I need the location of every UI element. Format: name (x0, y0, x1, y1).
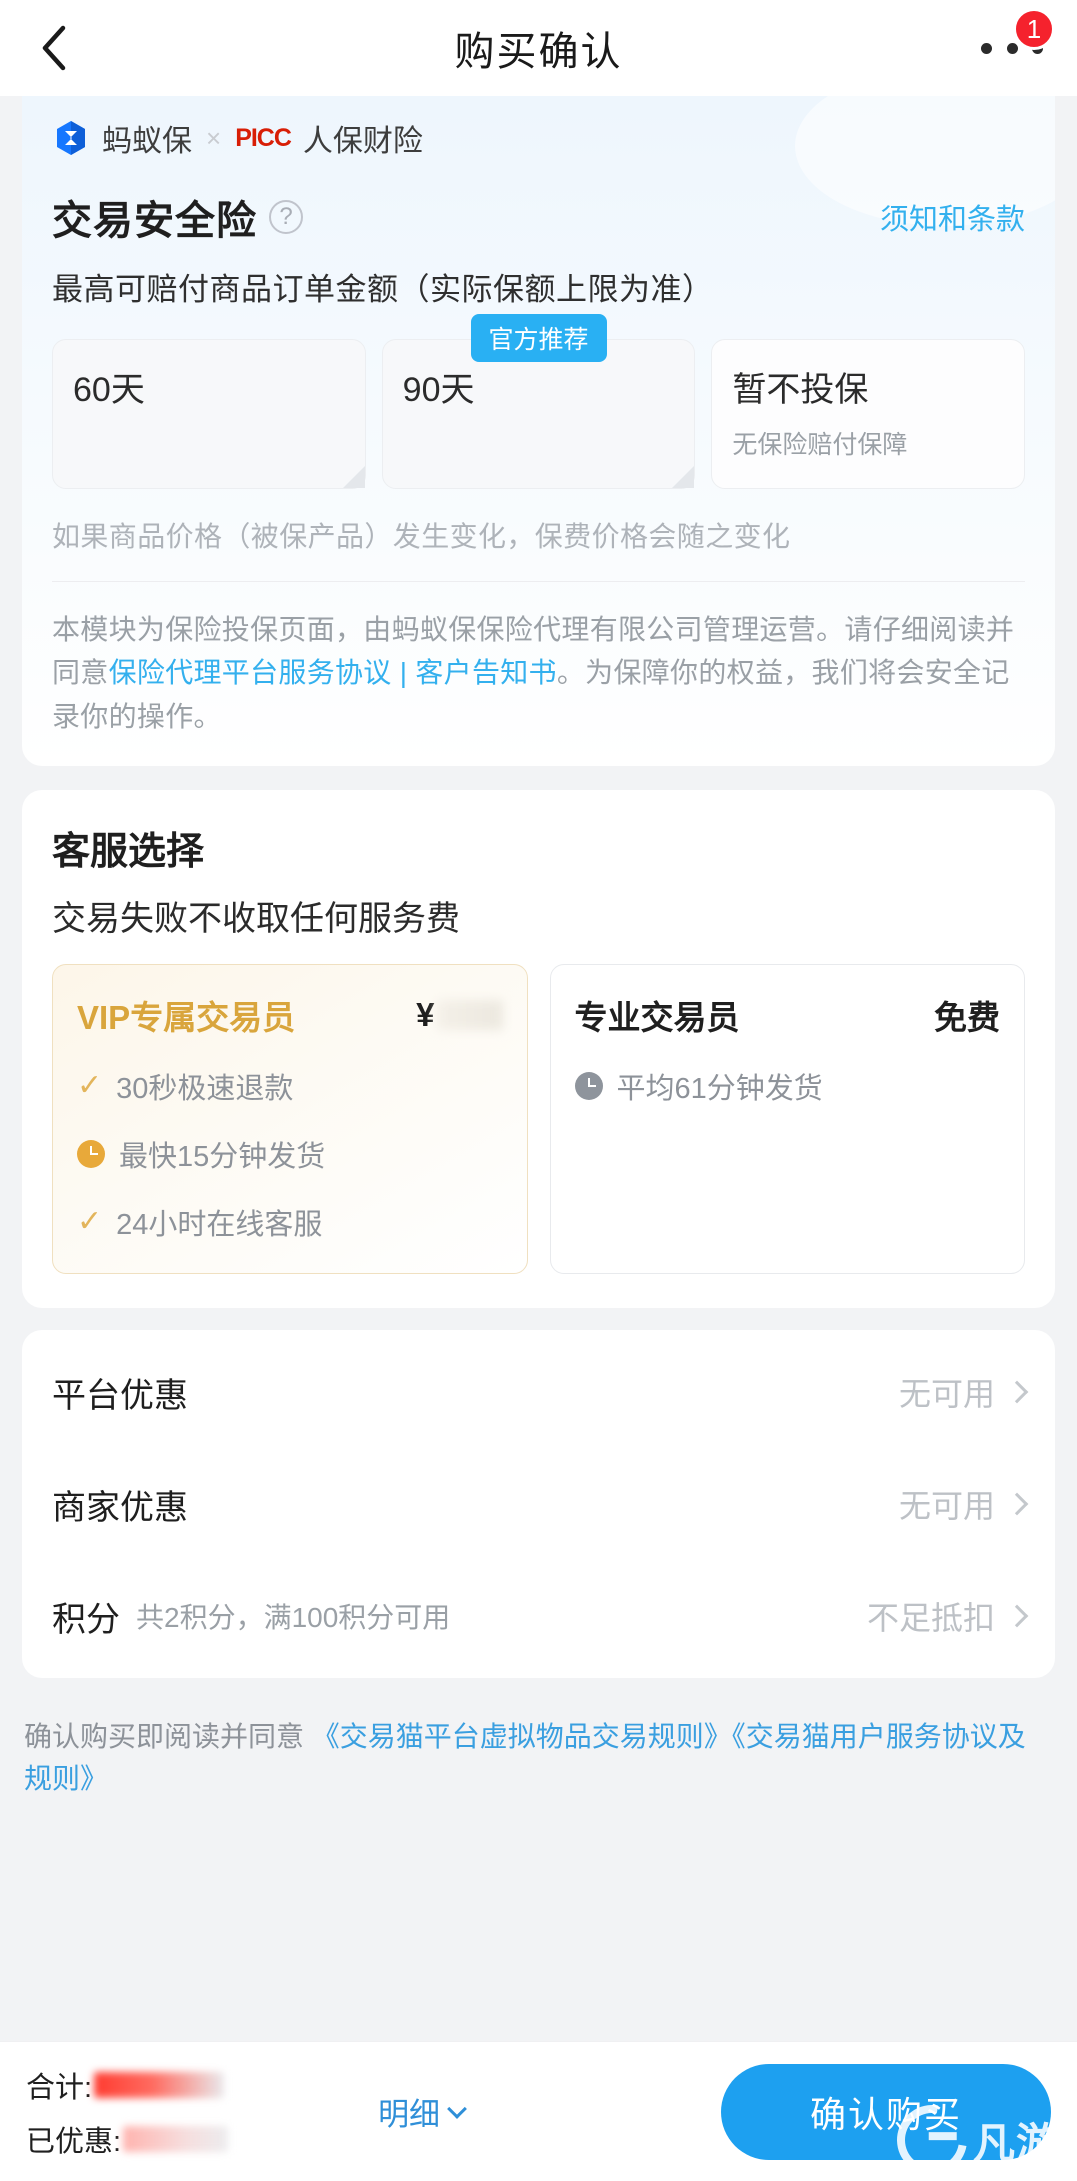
recommended-badge: 官方推荐 (470, 314, 607, 362)
insurance-legal-text: 本模块为保险投保页面，由蚂蚁保保险代理有限公司管理运营。请仔细阅读并同意保险代理… (22, 582, 1055, 738)
total-label: 合计: (26, 2071, 93, 2104)
chevron-down-icon (447, 2098, 467, 2119)
service-feature: 平均61分钟发货 (574, 1065, 1001, 1107)
brand-picc-label: 人保财险 (302, 125, 423, 158)
service-option-name: 专业交易员 (574, 999, 740, 1037)
back-button[interactable] (30, 24, 78, 72)
detail-label: 明细 (378, 2097, 441, 2132)
check-icon: ✓ (77, 1205, 103, 1239)
insurance-option-desc: 无保险赔付保障 (732, 431, 908, 459)
totals-group: 合计: 已优惠: (26, 2064, 229, 2160)
terms-prefix: 确认购买即阅读并同意 (24, 1721, 312, 1753)
discount-row-platform[interactable]: 平台优惠 无可用 (52, 1336, 1029, 1448)
customer-service-card: 客服选择 交易失败不收取任何服务费 VIP专属交易员 ¥ ✓ 30秒极速退款 最… (22, 790, 1055, 1309)
scroll-container[interactable]: 蚂蚁保 × PICC 人保财险 交易安全险 ? 须知和条款 最高可赔付商品订单金… (0, 96, 1077, 2181)
brand-antbao-label: 蚂蚁保 (102, 125, 192, 158)
discount-row-merchant[interactable]: 商家优惠 无可用 (52, 1448, 1029, 1560)
notification-badge[interactable]: 1 (1013, 8, 1055, 50)
service-feature-label: 24小时在线客服 (116, 1209, 323, 1242)
discount-label: 积分 (52, 1600, 120, 1639)
insurance-title: 交易安全险 (52, 199, 257, 243)
corner-fold-icon (672, 466, 695, 488)
service-feature: ✓ 30秒极速退款 (77, 1065, 503, 1107)
detail-toggle[interactable]: 明细 (378, 2089, 467, 2134)
chevron-left-icon (39, 24, 69, 72)
navigation-bar: 购买确认 1 (0, 0, 1077, 96)
clock-icon (574, 1072, 603, 1101)
insurance-option-90[interactable]: 官方推荐 90天 (381, 314, 696, 489)
app-screen: 购买确认 1 蚂蚁保 × PICC 人保财险 交易安全险 ? 须知和条款 最高可… (0, 0, 1077, 2181)
checkout-bar: 合计: 已优惠: 明细 确认购买 凡游 (0, 2041, 1077, 2181)
corner-fold-icon (342, 466, 365, 488)
confirm-purchase-button[interactable]: 确认购买 (721, 2063, 1051, 2160)
discount-value: 无可用 (898, 1488, 995, 1525)
more-dots-icon (981, 42, 992, 54)
insurance-card: 蚂蚁保 × PICC 人保财险 交易安全险 ? 须知和条款 最高可赔付商品订单金… (22, 96, 1055, 767)
insurance-agreement-link[interactable]: 保险代理平台服务协议 | 客户告知书 (109, 657, 557, 688)
discount-value: 无可用 (898, 1376, 995, 1413)
service-option-pro[interactable]: 专业交易员 免费 平均61分钟发货 (549, 964, 1025, 1275)
brand-separator: × (206, 122, 222, 153)
insurance-option-none[interactable]: 暂不投保 无保险赔付保障 (711, 339, 1026, 489)
discount-value: 不足抵扣 (866, 1600, 995, 1637)
service-option-name: VIP专属交易员 (77, 999, 296, 1037)
insurance-option-row: 60天 官方推荐 90天 暂不投保 无保险赔付保障 (22, 309, 1055, 489)
service-option-header: VIP专属交易员 ¥ (77, 991, 503, 1039)
service-feature-label: 30秒极速退款 (116, 1073, 294, 1106)
discount-row-points[interactable]: 积分 共2积分，满100积分可用 不足抵扣 (52, 1560, 1029, 1672)
discount-label: 商家优惠 (52, 1488, 188, 1527)
redacted-total-value (94, 2071, 225, 2098)
insurance-price-note: 如果商品价格（被保产品）发生变化，保费价格会随之变化 (52, 521, 791, 552)
discount-label: 平台优惠 (52, 1376, 188, 1415)
page-title: 购买确认 (454, 30, 623, 74)
discount-card: 平台优惠 无可用 商家优惠 无可用 积分 共2积分，满100积分可用 不足抵扣 (22, 1330, 1055, 1679)
picc-logo-icon: PICC (235, 123, 292, 152)
service-feature: ✓ 24小时在线客服 (77, 1201, 503, 1243)
chevron-right-icon (1005, 1380, 1029, 1404)
insurance-option-60[interactable]: 60天 (52, 339, 366, 489)
service-option-header: 专业交易员 免费 (575, 991, 1001, 1039)
insurance-option-label: 90天 (402, 371, 475, 409)
check-icon: ✓ (77, 1069, 103, 1103)
service-option-price: 免费 (934, 999, 1000, 1037)
insurance-brand-row: 蚂蚁保 × PICC 人保财险 (22, 96, 1055, 166)
service-feature-label: 最快15分钟发货 (119, 1141, 326, 1174)
question-circle-icon[interactable]: ? (269, 200, 303, 234)
chevron-right-icon (1005, 1604, 1029, 1628)
saved-label: 已优惠: (26, 2125, 122, 2158)
insurance-subtitle: 最高可赔付商品订单金额（实际保额上限为准） (52, 272, 714, 307)
redacted-saved-value (123, 2125, 229, 2152)
service-feature: 最快15分钟发货 (77, 1133, 503, 1175)
chevron-right-icon (1005, 1492, 1029, 1516)
total-line: 合计: (26, 2064, 228, 2106)
insurance-option-label: 60天 (73, 371, 145, 409)
service-option-vip[interactable]: VIP专属交易员 ¥ ✓ 30秒极速退款 最快15分钟发货 ✓ 24小时在线客服 (52, 964, 528, 1275)
insurance-option-label: 暂不投保 (732, 371, 869, 409)
clock-icon (77, 1140, 105, 1169)
insurance-title-row: 交易安全险 ? 须知和条款 (22, 166, 1055, 246)
terms-link-trading-rules[interactable]: 《交易猫平台虚拟物品交易规则》 (312, 1721, 732, 1752)
saved-line: 已优惠: (26, 2118, 229, 2160)
service-feature-label: 平均61分钟发货 (616, 1073, 823, 1106)
service-option-row: VIP专属交易员 ¥ ✓ 30秒极速退款 最快15分钟发货 ✓ 24小时在线客服 (52, 964, 1025, 1275)
service-option-price: ¥ (416, 996, 503, 1034)
antbao-logo-icon (52, 119, 90, 157)
insurance-terms-link[interactable]: 须知和条款 (880, 196, 1025, 238)
redacted-price (436, 1000, 503, 1031)
service-section-subtitle: 交易失败不收取任何服务费 (52, 900, 460, 939)
terms-footer: 确认购买即阅读并同意 《交易猫平台虚拟物品交易规则》《交易猫用户服务协议及规则》 (0, 1700, 1077, 1800)
discount-extra: 共2积分，满100积分可用 (136, 1602, 451, 1634)
service-section-title: 客服选择 (52, 831, 205, 874)
